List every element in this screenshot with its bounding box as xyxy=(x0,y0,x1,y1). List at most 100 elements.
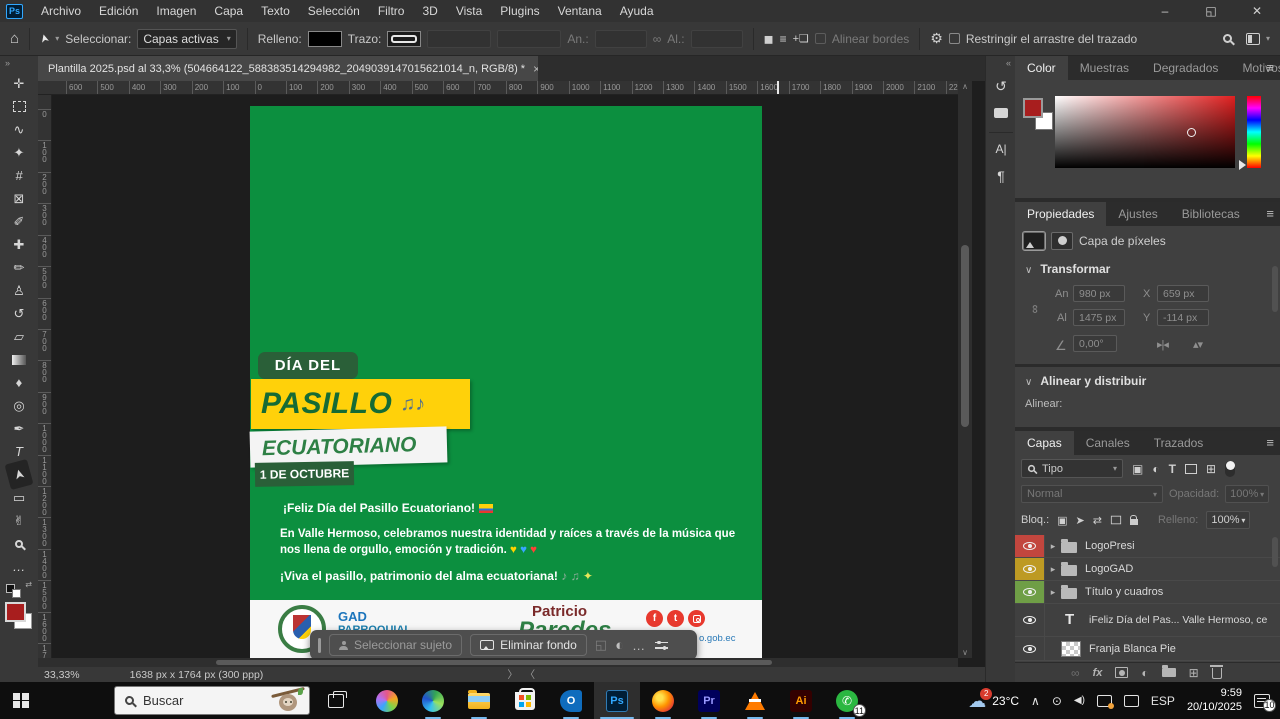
layer-name[interactable]: LogoPresi xyxy=(1085,540,1135,552)
layer-thumbnail[interactable] xyxy=(1061,542,1077,553)
align-section-header[interactable]: ∨Alinear y distribuir xyxy=(1025,374,1146,388)
layer-row[interactable]: ▸ Título y cuadros xyxy=(1015,581,1280,604)
foreground-color-swatch[interactable] xyxy=(1023,98,1043,118)
filter-toggle[interactable] xyxy=(1225,461,1235,477)
filter-type-icon[interactable]: T xyxy=(1169,462,1176,476)
path-select-tool-icon[interactable]: ➤ xyxy=(37,32,52,44)
weather-widget[interactable]: ☁ 2 23°C xyxy=(968,692,1019,710)
lock-transparency-icon[interactable]: ▣ xyxy=(1057,514,1067,527)
gear-icon[interactable]: ⚙ xyxy=(930,30,943,47)
layer-row[interactable]: Franja Blanca Pie xyxy=(1015,637,1280,661)
history-panel-icon[interactable]: ↺ xyxy=(986,78,1016,95)
expand-group-icon[interactable]: ▸ xyxy=(1045,564,1061,575)
eraser-tool[interactable]: ▱ xyxy=(6,325,32,348)
properties-sliders-icon[interactable] xyxy=(655,640,668,651)
menu-item[interactable]: Archivo xyxy=(32,4,90,18)
layer-thumbnail[interactable] xyxy=(1061,588,1077,599)
hand-tool[interactable]: ✌ xyxy=(6,509,32,532)
tab-capas[interactable]: Capas xyxy=(1015,431,1074,455)
notifications-icon[interactable]: 10 xyxy=(1254,694,1270,708)
quick-selection-tool[interactable]: ✦ xyxy=(6,141,32,164)
swap-colors-icon[interactable]: ⇄ xyxy=(25,580,32,589)
tab-canales[interactable]: Canales xyxy=(1074,431,1142,455)
pixel-layer-icon[interactable] xyxy=(1023,232,1045,250)
history-brush-tool[interactable]: ↺ xyxy=(6,302,32,325)
scroll-up-icon[interactable]: ∧ xyxy=(958,82,972,91)
tab-ajustes[interactable]: Ajustes xyxy=(1106,202,1169,226)
layer-name[interactable]: iFeliz Día del Pas... Valle Hermoso, ce xyxy=(1089,614,1267,626)
hue-slider[interactable] xyxy=(1247,96,1261,168)
color-cursor[interactable] xyxy=(1187,128,1196,137)
menu-item[interactable]: Selección xyxy=(299,4,369,18)
zoom-tool[interactable] xyxy=(6,532,32,555)
clock[interactable]: 9:59 20/10/2025 xyxy=(1187,687,1242,715)
type-tool[interactable]: T xyxy=(6,440,32,463)
vertical-ruler[interactable]: 0100200300400500600700800900100011001200… xyxy=(38,95,52,658)
filter-adjustment-icon[interactable]: ◐ xyxy=(1152,462,1159,476)
select-mode-dropdown[interactable]: Capas activas ▾ xyxy=(137,29,236,49)
close-tab-icon[interactable]: × xyxy=(533,62,538,76)
layer-row[interactable]: ▸ LogoPresi xyxy=(1015,535,1280,558)
layer-visibility-toggle[interactable] xyxy=(1015,604,1045,636)
outlook-icon[interactable]: O xyxy=(548,682,594,719)
filter-pixel-icon[interactable]: ▣ xyxy=(1132,462,1143,476)
chevron-down-icon[interactable]: ▾ xyxy=(1266,34,1270,43)
remove-background-button[interactable]: Eliminar fondo xyxy=(470,634,587,656)
restore-button[interactable]: ◱ xyxy=(1188,4,1234,18)
layer-name[interactable]: Título y cuadros xyxy=(1085,586,1163,598)
tab-bibliotecas[interactable]: Bibliotecas xyxy=(1170,202,1252,226)
workspace-icon[interactable] xyxy=(1246,33,1260,45)
drag-handle[interactable] xyxy=(318,638,321,653)
tab-propiedades[interactable]: Propiedades xyxy=(1015,202,1106,226)
whatsapp-icon[interactable]: ✆ 11 xyxy=(824,682,870,719)
layer-visibility-toggle[interactable] xyxy=(1015,558,1045,580)
start-button[interactable] xyxy=(0,693,42,709)
comments-panel-icon[interactable] xyxy=(994,108,1008,118)
search-icon[interactable] xyxy=(1223,34,1232,43)
microsoft-store-icon[interactable] xyxy=(502,682,548,719)
tab-trazados[interactable]: Trazados xyxy=(1142,431,1216,455)
filter-shape-icon[interactable] xyxy=(1185,464,1197,474)
frame-tool[interactable]: ⊠ xyxy=(6,187,32,210)
expand-panels-icon[interactable]: « xyxy=(1006,58,1011,68)
marquee-tool[interactable] xyxy=(6,95,32,118)
crop-tool[interactable]: # xyxy=(6,164,32,187)
menu-item[interactable]: Filtro xyxy=(369,4,414,18)
layer-thumbnail[interactable] xyxy=(1061,641,1081,657)
layer-thumbnail[interactable] xyxy=(1061,612,1081,628)
pen-tool[interactable]: ✒ xyxy=(6,417,32,440)
firefox-icon[interactable] xyxy=(640,682,686,719)
close-button[interactable]: ✕ xyxy=(1234,4,1280,18)
default-swap-colors[interactable]: ⇄ xyxy=(6,582,24,598)
lock-position-icon[interactable]: ⇄ xyxy=(1093,514,1102,527)
edge-icon[interactable] xyxy=(410,682,456,719)
foreground-color-swatch[interactable] xyxy=(4,602,34,632)
tab-muestras[interactable]: Muestras xyxy=(1068,56,1141,80)
healing-brush-tool[interactable]: ✚ xyxy=(6,233,32,256)
vertical-scrollbar[interactable]: ∧ ∨ xyxy=(958,81,972,658)
premiere-icon[interactable]: Pr xyxy=(686,682,732,719)
lasso-tool[interactable]: ∿ xyxy=(6,118,32,141)
transform-section-header[interactable]: ∨Transformar xyxy=(1025,262,1110,276)
brush-tool[interactable]: ✏ xyxy=(6,256,32,279)
file-explorer-icon[interactable] xyxy=(456,682,502,719)
layer-visibility-toggle[interactable] xyxy=(1015,637,1045,660)
eyedropper-tool[interactable]: ✐ xyxy=(6,210,32,233)
menu-item[interactable]: Plugins xyxy=(491,4,548,18)
expand-toolbar-icon[interactable]: » xyxy=(0,56,10,72)
volume-icon[interactable]: ◀) xyxy=(1074,695,1085,706)
document-tab[interactable]: Plantilla 2025.psd al 33,3% (504664122_5… xyxy=(38,56,538,81)
status-arrows[interactable]: 〉〈 xyxy=(507,667,547,682)
adjustment-icon[interactable]: ◐ xyxy=(615,637,624,654)
canvas-area[interactable]: DÍA DEL PASILLO ♫♪ ECUATORIANO 1 DE OCTU… xyxy=(52,95,958,658)
panel-menu-icon[interactable]: ≡ xyxy=(1266,206,1274,221)
horizontal-scrollbar[interactable] xyxy=(38,658,958,667)
menu-item[interactable]: 3D xyxy=(413,4,446,18)
lock-artboard-icon[interactable] xyxy=(1111,516,1121,525)
link-icon[interactable]: ∞ xyxy=(1028,305,1042,314)
panel-menu-icon[interactable]: ≡ xyxy=(1266,435,1274,450)
blur-tool[interactable]: ♦ xyxy=(6,371,32,394)
snip-notification-icon[interactable] xyxy=(1097,695,1112,707)
menu-item[interactable]: Ventana xyxy=(549,4,611,18)
add-mask-icon[interactable] xyxy=(1115,667,1128,678)
